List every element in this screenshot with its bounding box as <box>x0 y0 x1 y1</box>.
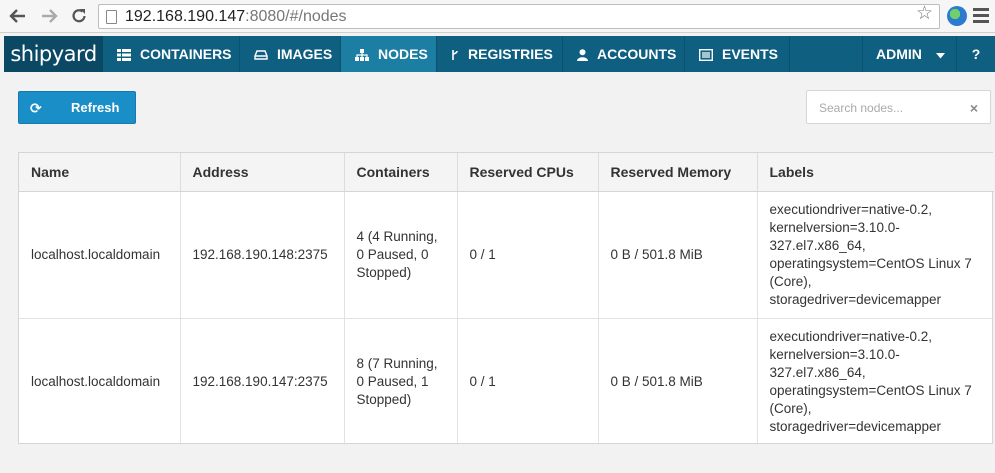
nav-accounts[interactable]: ACCOUNTS <box>563 36 685 72</box>
node-reserved-cpus: 0 / 1 <box>457 318 599 445</box>
sitemap-icon <box>355 48 369 61</box>
node-reserved-memory: 0 B / 501.8 MiB <box>598 318 758 445</box>
browser-toolbar: 192.168.190.147:8080/#/nodes ☆ <box>0 0 995 33</box>
bookmark-star-icon[interactable]: ☆ <box>916 4 933 24</box>
column-header-reserved-memory[interactable]: Reserved Memory <box>598 153 758 192</box>
node-address: 192.168.190.148:2375 <box>180 191 345 319</box>
refresh-icon: ⟳ <box>30 100 42 116</box>
nav-registries[interactable]: REGISTRIES <box>437 36 563 72</box>
refresh-button[interactable]: ⟳ Refresh <box>18 91 136 124</box>
help-icon: ? <box>971 46 981 62</box>
user-menu[interactable]: ADMIN <box>862 36 956 72</box>
help-button[interactable]: ? <box>956 36 995 72</box>
reload-icon[interactable] <box>69 6 89 26</box>
node-containers: 4 (4 Running, 0 Paused, 0 Stopped) <box>344 191 458 319</box>
nav-containers[interactable]: CONTAINERS <box>103 36 240 72</box>
user-name: ADMIN <box>876 46 922 62</box>
nav-label: ACCOUNTS <box>597 46 677 62</box>
drive-icon <box>254 48 268 60</box>
node-address: 192.168.190.147:2375 <box>180 318 345 445</box>
url-text: 192.168.190.147:8080/#/nodes <box>125 8 347 25</box>
table-row[interactable]: localhost.localdomain 192.168.190.148:23… <box>19 191 994 319</box>
user-icon <box>577 48 588 61</box>
column-header-name[interactable]: Name <box>19 153 181 192</box>
grid-icon <box>117 48 131 61</box>
page-icon <box>106 10 117 24</box>
brand-logo[interactable]: shipyard <box>4 36 103 72</box>
column-header-reserved-cpus[interactable]: Reserved CPUs <box>457 153 599 192</box>
nav-nodes[interactable]: NODES <box>341 36 437 72</box>
nav-label: EVENTS <box>722 46 779 62</box>
nav-label: CONTAINERS <box>140 46 232 62</box>
extension-globe-icon[interactable] <box>947 6 967 26</box>
nav-images[interactable]: IMAGES <box>240 36 341 72</box>
nav-events[interactable]: EVENTS <box>685 36 790 72</box>
nodes-table: Name Address Containers Reserved CPUs Re… <box>18 152 994 445</box>
table-header-row: Name Address Containers Reserved CPUs Re… <box>19 153 994 192</box>
nav-label: REGISTRIES <box>468 46 553 62</box>
table-row[interactable]: localhost.localdomain 192.168.190.147:23… <box>19 318 994 445</box>
node-name: localhost.localdomain <box>19 318 181 445</box>
node-reserved-cpus: 0 / 1 <box>457 191 599 319</box>
node-reserved-memory: 0 B / 501.8 MiB <box>598 191 758 319</box>
column-header-address[interactable]: Address <box>180 153 345 192</box>
column-header-labels[interactable]: Labels <box>757 153 994 192</box>
refresh-label: Refresh <box>71 100 120 115</box>
list-icon <box>698 48 714 62</box>
search-nodes-input[interactable]: Search nodes... × <box>806 90 991 124</box>
caret-down-icon <box>935 46 945 62</box>
clear-search-icon[interactable]: × <box>970 100 978 116</box>
browser-menu-icon[interactable] <box>973 8 989 24</box>
node-labels: executiondriver=native-0.2, kernelversio… <box>757 191 994 319</box>
search-placeholder: Search nodes... <box>819 101 904 115</box>
node-containers: 8 (7 Running, 0 Paused, 1 Stopped) <box>344 318 458 445</box>
nav-label: NODES <box>378 46 428 62</box>
node-labels: executiondriver=native-0.2, kernelversio… <box>769 328 972 434</box>
app-navbar: shipyard CONTAINERS IMAGES NODES REGISTR… <box>4 36 995 72</box>
code-fork-icon <box>451 48 459 60</box>
node-name: localhost.localdomain <box>19 191 181 319</box>
forward-arrow-icon[interactable] <box>39 6 59 26</box>
column-header-containers[interactable]: Containers <box>344 153 458 192</box>
address-bar[interactable]: 192.168.190.147:8080/#/nodes <box>98 4 940 29</box>
nav-label: IMAGES <box>277 46 333 62</box>
back-arrow-icon[interactable] <box>8 6 28 26</box>
